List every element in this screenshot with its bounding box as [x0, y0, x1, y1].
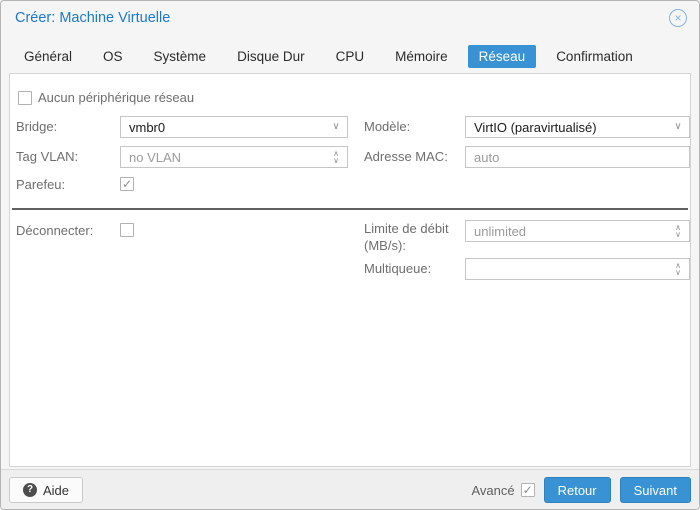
- chevron-down-icon[interactable]: ∨: [325, 117, 347, 137]
- advanced-section-divider: [12, 208, 688, 210]
- bridge-label: Bridge:: [16, 116, 57, 138]
- create-vm-dialog: Créer: Machine Virtuelle × Général OS Sy…: [0, 0, 700, 510]
- rate-limit-input[interactable]: [466, 221, 667, 241]
- no-network-device-label: Aucun périphérique réseau: [38, 87, 194, 109]
- multiqueue-label: Multiqueue:: [364, 258, 431, 280]
- spinner-up-down-icon[interactable]: ∧∨: [325, 147, 347, 167]
- wizard-tabbar: Général OS Système Disque Dur CPU Mémoir…: [13, 43, 687, 69]
- no-network-device-checkbox[interactable]: [18, 91, 32, 105]
- advanced-checkbox[interactable]: ✓: [521, 483, 535, 497]
- mac-address-field[interactable]: [465, 146, 690, 168]
- model-input[interactable]: [466, 117, 667, 137]
- multiqueue-spinner[interactable]: ∧∨: [465, 258, 690, 280]
- advanced-label: Avancé: [471, 483, 514, 498]
- firewall-label: Parefeu:: [16, 174, 65, 196]
- vlan-tag-spinner[interactable]: ∧∨: [120, 146, 348, 168]
- disconnect-label: Déconnecter:: [16, 220, 93, 242]
- tab-confirm[interactable]: Confirmation: [545, 45, 644, 68]
- chevron-down-icon[interactable]: ∨: [667, 117, 689, 137]
- mac-address-label: Adresse MAC:: [364, 146, 448, 168]
- spinner-up-down-icon[interactable]: ∧∨: [667, 221, 689, 241]
- rate-limit-label: Limite de débit (MB/s):: [364, 220, 460, 254]
- bridge-combo[interactable]: ∨: [120, 116, 348, 138]
- model-label: Modèle:: [364, 116, 410, 138]
- next-button[interactable]: Suivant: [620, 477, 691, 503]
- tab-memory[interactable]: Mémoire: [384, 45, 459, 68]
- tab-network[interactable]: Réseau: [468, 45, 537, 68]
- spinner-up-down-icon[interactable]: ∧∨: [667, 259, 689, 279]
- help-icon: ?: [23, 483, 37, 497]
- dialog-footer: ? Aide Avancé ✓ Retour Suivant: [1, 469, 699, 509]
- network-form-panel: Aucun périphérique réseau Bridge: ∨ Modè…: [9, 73, 691, 467]
- vlan-tag-input[interactable]: [121, 147, 325, 167]
- bridge-input[interactable]: [121, 117, 325, 137]
- help-button[interactable]: ? Aide: [9, 477, 83, 503]
- dialog-titlebar: Créer: Machine Virtuelle ×: [1, 1, 699, 35]
- help-button-label: Aide: [43, 483, 69, 498]
- mac-address-input[interactable]: [466, 147, 689, 167]
- vlan-tag-label: Tag VLAN:: [16, 146, 78, 168]
- tab-hard-disk[interactable]: Disque Dur: [226, 45, 316, 68]
- disconnect-checkbox[interactable]: [120, 223, 134, 237]
- rate-limit-spinner[interactable]: ∧∨: [465, 220, 690, 242]
- tab-cpu[interactable]: CPU: [325, 45, 376, 68]
- tab-general[interactable]: Général: [13, 45, 83, 68]
- tab-os[interactable]: OS: [92, 45, 134, 68]
- multiqueue-input[interactable]: [466, 259, 667, 279]
- model-combo[interactable]: ∨: [465, 116, 690, 138]
- tab-system[interactable]: Système: [143, 45, 218, 68]
- close-icon[interactable]: ×: [669, 9, 687, 27]
- back-button[interactable]: Retour: [544, 477, 611, 503]
- dialog-title: Créer: Machine Virtuelle: [15, 10, 170, 26]
- firewall-checkbox[interactable]: ✓: [120, 177, 134, 191]
